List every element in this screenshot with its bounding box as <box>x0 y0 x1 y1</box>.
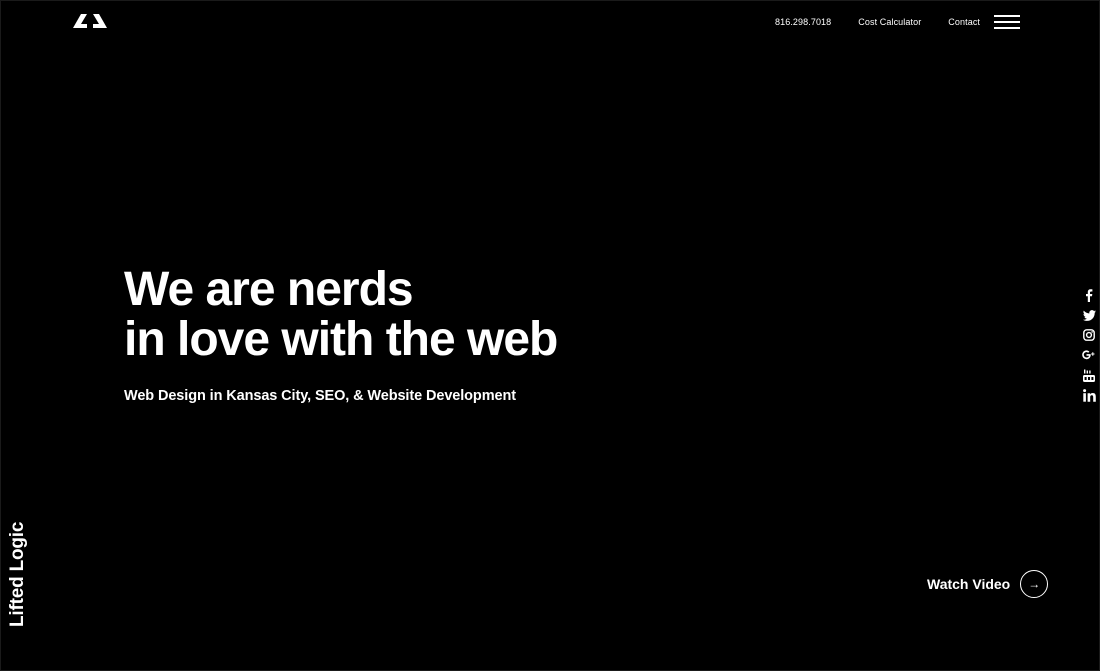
facebook-icon[interactable] <box>1082 288 1096 302</box>
arrow-right-icon: → <box>1020 570 1049 598</box>
google-plus-icon[interactable] <box>1082 348 1096 362</box>
hero-title-line-2: in love with the web <box>124 313 558 366</box>
twitter-icon[interactable] <box>1082 308 1096 322</box>
watch-video-label: Watch Video <box>927 576 1011 592</box>
instagram-icon[interactable] <box>1082 328 1096 342</box>
nav-cost-calculator[interactable]: Cost Calculator <box>858 17 921 27</box>
brand-name-vertical: Lifted Logic <box>7 521 28 627</box>
menu-bar <box>994 27 1020 29</box>
arrow-glyph: → <box>1028 577 1041 591</box>
social-links <box>1081 288 1097 408</box>
phone-link[interactable]: 816.298.7018 <box>775 17 831 27</box>
lifted-logic-logo-icon[interactable] <box>73 13 107 30</box>
hero-title: We are nerds in love with the web <box>124 263 558 366</box>
watch-video-button[interactable]: Watch Video → <box>927 570 1049 598</box>
top-nav: 816.298.7018 Cost Calculator Contact <box>775 17 980 27</box>
youtube-icon[interactable] <box>1082 368 1096 382</box>
hero-subtitle: Web Design in Kansas City, SEO, & Websit… <box>124 388 516 404</box>
hero-title-line-1: We are nerds <box>124 263 414 316</box>
menu-bar <box>994 21 1020 23</box>
menu-bar <box>994 15 1020 17</box>
nav-contact[interactable]: Contact <box>948 17 980 27</box>
linkedin-icon[interactable] <box>1082 388 1096 402</box>
hamburger-menu-icon[interactable] <box>994 14 1021 32</box>
page: 816.298.7018 Cost Calculator Contact We … <box>0 0 1100 671</box>
